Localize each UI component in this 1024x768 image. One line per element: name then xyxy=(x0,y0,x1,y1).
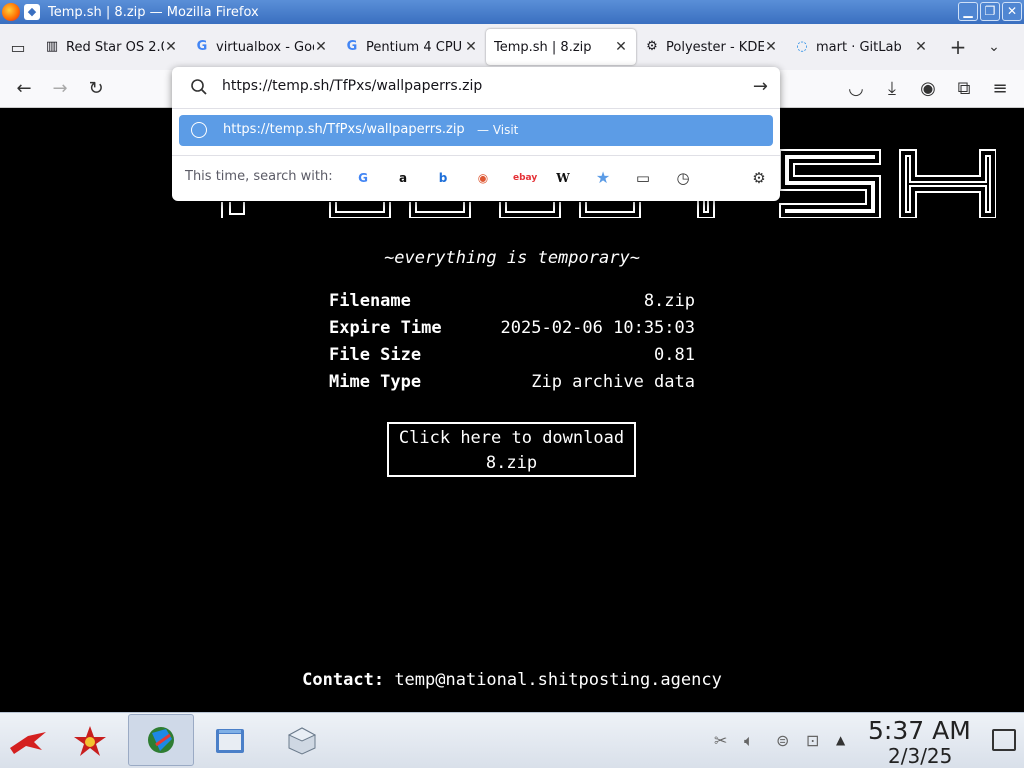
contact-line: Contact: temp@national.shitposting.agenc… xyxy=(0,670,1024,690)
info-key: File Size xyxy=(329,345,422,365)
search-icon xyxy=(191,79,207,95)
volume-icon[interactable]: 🔈︎ xyxy=(744,731,754,751)
account-icon[interactable]: ◉ xyxy=(914,76,942,102)
pocket-icon[interactable]: ◡ xyxy=(842,76,870,102)
tabs-icon[interactable]: ▭ xyxy=(633,168,653,188)
contact-email-link[interactable]: temp@national.shitposting.agency xyxy=(394,670,722,690)
info-value: 0.81 xyxy=(654,345,695,365)
url-input[interactable]: https://temp.sh/TfPxs/wallpaperrs.zip xyxy=(222,78,482,94)
tab-label: Pentium 4 CPU xyxy=(366,39,463,55)
tab-label: mart · GitLab xyxy=(816,39,902,55)
info-row-size: File Size 0.81 xyxy=(329,344,695,371)
clock-time[interactable]: 5:37 AM xyxy=(868,716,971,745)
search-with-label: This time, search with: xyxy=(185,169,333,184)
network-icon[interactable]: ⊜ xyxy=(776,731,789,750)
ebay-engine-icon[interactable]: ebay xyxy=(513,168,537,188)
info-key: Filename xyxy=(329,291,411,311)
pin-icon[interactable]: ◆ xyxy=(24,4,40,20)
tab-polyester[interactable]: ⚙ Polyester - KDE ✕ xyxy=(636,29,786,65)
downloads-icon[interactable]: ⤓ xyxy=(878,76,906,102)
globe-icon xyxy=(191,122,207,138)
maximize-button[interactable]: ❐ xyxy=(980,2,1000,21)
kde-icon: ⚙ xyxy=(646,39,658,54)
info-row-expire: Expire Time 2025-02-06 10:35:03 xyxy=(329,317,695,344)
amazon-engine-icon[interactable]: a xyxy=(393,168,413,188)
reload-icon[interactable]: ↻ xyxy=(82,76,110,102)
close-tab-icon[interactable]: ✕ xyxy=(314,39,328,55)
wikipedia-engine-icon[interactable]: W xyxy=(553,168,573,188)
show-desktop-icon[interactable] xyxy=(992,729,1016,751)
info-key: Mime Type xyxy=(329,372,422,392)
tab-temp-sh[interactable]: Temp.sh | 8.zip ✕ xyxy=(486,29,636,65)
tab-overview-icon[interactable]: ▭ xyxy=(0,29,36,65)
file-manager-icon[interactable] xyxy=(208,719,252,763)
info-value: 2025-02-06 10:35:03 xyxy=(500,318,695,338)
tagline: ~everything is temporary~ xyxy=(384,248,640,268)
new-tab-button[interactable]: + xyxy=(940,35,976,59)
search-settings-gear-icon[interactable]: ⚙ xyxy=(749,168,769,188)
forward-icon[interactable]: → xyxy=(46,76,74,102)
tab-virtualbox[interactable]: G virtualbox - Google ✕ xyxy=(186,29,336,65)
duckduckgo-engine-icon[interactable]: ◉ xyxy=(473,168,493,188)
info-row-filename: Filename 8.zip xyxy=(329,290,695,317)
list-all-tabs-icon[interactable]: ⌄ xyxy=(976,39,1012,55)
tab-label: Red Star OS 2.0 xyxy=(66,39,164,55)
google-icon: G xyxy=(196,39,208,54)
tab-red-star[interactable]: ▥ Red Star OS 2.0 ✕ xyxy=(36,29,186,65)
virtualbox-icon[interactable] xyxy=(280,719,324,763)
close-window-button[interactable]: ✕ xyxy=(1002,2,1022,21)
download-filename: 8.zip xyxy=(485,453,538,473)
info-key: Expire Time xyxy=(329,318,442,338)
close-tab-icon[interactable]: ✕ xyxy=(464,39,478,55)
tray-expand-icon[interactable]: ▲ xyxy=(836,733,845,747)
tab-pentium[interactable]: G Pentium 4 CPU ✕ xyxy=(336,29,486,65)
file-info-table: Filename 8.zip Expire Time 2025-02-06 10… xyxy=(329,290,695,398)
download-button[interactable]: Click here to download 8.zip xyxy=(387,422,636,477)
close-tab-icon[interactable]: ✕ xyxy=(764,39,778,55)
bing-engine-icon[interactable]: b xyxy=(433,168,453,188)
close-tab-icon[interactable]: ✕ xyxy=(614,39,628,55)
tab-gitlab[interactable]: ◌ mart · GitLab ✕ xyxy=(786,29,936,65)
go-arrow-icon[interactable]: → xyxy=(753,76,768,97)
google-engine-icon[interactable]: G xyxy=(353,168,373,188)
contact-label: Contact: xyxy=(302,670,385,690)
clipboard-scissors-icon[interactable]: ✂ xyxy=(714,731,727,750)
firefox-icon[interactable] xyxy=(2,3,20,21)
info-value: Zip archive data xyxy=(531,372,695,392)
tab-strip: ▭ ▥ Red Star OS 2.0 ✕ G virtualbox - Goo… xyxy=(0,24,1024,70)
extensions-icon[interactable]: ⧉ xyxy=(950,76,978,102)
menu-icon[interactable]: ≡ xyxy=(986,76,1014,102)
close-tab-icon[interactable]: ✕ xyxy=(164,39,178,55)
minimize-button[interactable]: ▁ xyxy=(958,2,978,21)
info-value: 8.zip xyxy=(643,291,695,311)
suggestion-url: https://temp.sh/TfPxs/wallpaperrs.zip xyxy=(223,122,465,137)
url-suggestion-row[interactable]: https://temp.sh/TfPxs/wallpaperrs.zip — … xyxy=(179,115,773,146)
url-dropdown: https://temp.sh/TfPxs/wallpaperrs.zip → … xyxy=(172,67,780,201)
display-icon[interactable]: ⊡ xyxy=(806,731,819,750)
tab-label: virtualbox - Google xyxy=(216,39,314,55)
search-engines-row: This time, search with: G a b ◉ ebay W ★… xyxy=(172,155,780,199)
url-input-row: https://temp.sh/TfPxs/wallpaperrs.zip → xyxy=(172,67,780,109)
google-icon: G xyxy=(346,39,358,54)
window-titlebar: ◆ Temp.sh | 8.zip — Mozilla Firefox ▁ ❐ … xyxy=(0,0,1024,24)
back-icon[interactable]: ← xyxy=(10,76,38,102)
taskbar: ✂ 🔈︎ ⊜ ⊡ ▲ 5:37 AM 2/3/25 xyxy=(0,712,1024,768)
browser-taskbar-icon[interactable] xyxy=(128,714,194,766)
clock-date[interactable]: 2/3/25 xyxy=(888,744,952,768)
suggestion-action: — Visit xyxy=(477,123,519,137)
gitlab-icon: ◌ xyxy=(796,39,808,54)
download-label: Click here to download xyxy=(398,428,625,448)
history-icon[interactable]: ◷ xyxy=(673,168,693,188)
star-app-icon[interactable] xyxy=(68,719,112,763)
tab-label: Temp.sh | 8.zip xyxy=(494,39,592,55)
tab-label: Polyester - KDE xyxy=(666,39,764,55)
bookmarks-star-icon[interactable]: ★ xyxy=(593,168,613,188)
red-star-menu-icon[interactable] xyxy=(6,719,50,763)
building-icon: ▥ xyxy=(45,39,59,54)
close-tab-icon[interactable]: ✕ xyxy=(914,39,928,55)
window-title: Temp.sh | 8.zip — Mozilla Firefox xyxy=(48,4,259,20)
info-row-mime: Mime Type Zip archive data xyxy=(329,371,695,398)
